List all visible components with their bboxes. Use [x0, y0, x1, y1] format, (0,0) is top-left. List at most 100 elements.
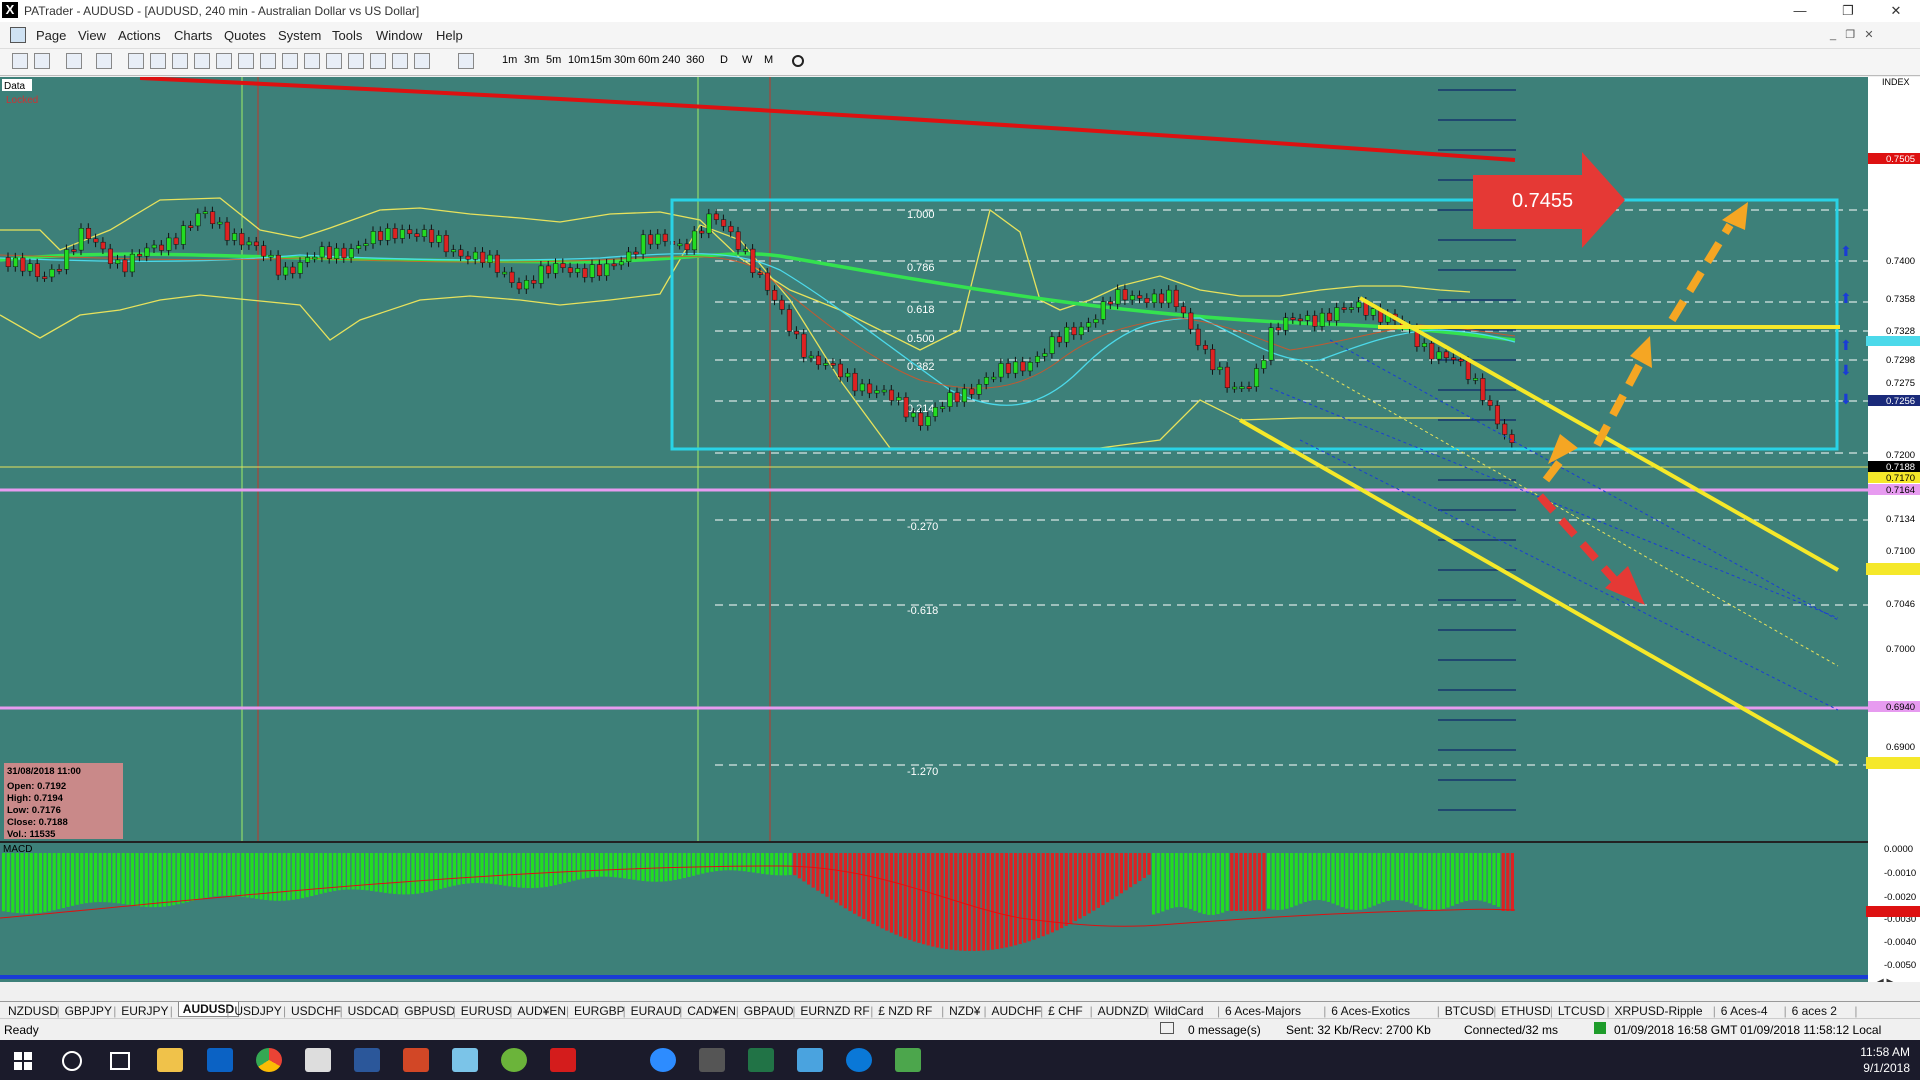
- symbol-tab[interactable]: EURNZD RF: [800, 1004, 869, 1018]
- tf-10m[interactable]: 10m: [568, 54, 589, 66]
- tf-1m[interactable]: 1m: [502, 54, 517, 66]
- menu-tools[interactable]: Tools: [332, 28, 362, 43]
- menu-quotes[interactable]: Quotes: [224, 28, 266, 43]
- tf-3m[interactable]: 3m: [524, 54, 539, 66]
- app-red-icon[interactable]: [550, 1048, 576, 1072]
- symbol-tab[interactable]: XRPUSD-Ripple: [1615, 1004, 1703, 1018]
- tf-360[interactable]: 360: [686, 54, 704, 66]
- word-icon[interactable]: [354, 1048, 380, 1072]
- calculator-icon[interactable]: [699, 1048, 725, 1072]
- symbol-tab[interactable]: GBPJPY: [65, 1004, 112, 1018]
- symbol-tab[interactable]: ETHUSD: [1501, 1004, 1550, 1018]
- photos-icon[interactable]: [797, 1048, 823, 1072]
- powerpoint-icon[interactable]: [403, 1048, 429, 1072]
- edge-icon[interactable]: [846, 1048, 872, 1072]
- windows-start-icon[interactable]: [14, 1052, 32, 1070]
- buy-icon[interactable]: [12, 53, 28, 69]
- gann-icon[interactable]: [304, 53, 320, 69]
- menu-help[interactable]: Help: [436, 28, 463, 43]
- horizontal-line-icon[interactable]: [172, 53, 188, 69]
- tf-30m[interactable]: 30m: [614, 54, 635, 66]
- tf-60m[interactable]: 60m: [638, 54, 659, 66]
- pitchfork-icon[interactable]: [392, 53, 408, 69]
- symbol-tab[interactable]: GBPUSD: [404, 1004, 455, 1018]
- tf-15m[interactable]: 15m: [590, 54, 611, 66]
- symbol-tab[interactable]: NZDUSD: [8, 1004, 58, 1018]
- arrow-icon[interactable]: [370, 53, 386, 69]
- symbol-tab[interactable]: £ CHF: [1048, 1004, 1083, 1018]
- close-icon[interactable]: ✕: [1876, 2, 1916, 20]
- restore-icon[interactable]: ❐: [1828, 2, 1868, 20]
- tf-240[interactable]: 240: [662, 54, 680, 66]
- vertical-line-icon[interactable]: [150, 53, 166, 69]
- menu-page[interactable]: Page: [36, 28, 66, 43]
- draw-icon[interactable]: [458, 53, 474, 69]
- symbol-tab[interactable]: WildCard: [1154, 1004, 1203, 1018]
- app-n-icon[interactable]: [501, 1048, 527, 1072]
- trend-line-icon[interactable]: [194, 53, 210, 69]
- symbol-tab[interactable]: 6 aces 2: [1792, 1004, 1837, 1018]
- tf-5m[interactable]: 5m: [546, 54, 561, 66]
- task-view-icon[interactable]: [110, 1052, 130, 1070]
- camtasia-icon[interactable]: [895, 1048, 921, 1072]
- fib-retracement-icon[interactable]: [282, 53, 298, 69]
- mdi-window-controls[interactable]: _ ❐ ✕: [1830, 28, 1874, 41]
- menu-view[interactable]: View: [78, 28, 106, 43]
- symbol-tab[interactable]: EURJPY: [121, 1004, 168, 1018]
- minimize-icon[interactable]: —: [1780, 2, 1820, 20]
- symbol-tab[interactable]: USDCAD: [348, 1004, 399, 1018]
- symbol-tab[interactable]: NZD¥: [949, 1004, 980, 1018]
- pointer-icon[interactable]: [128, 53, 144, 69]
- menu-charts[interactable]: Charts: [174, 28, 212, 43]
- symbol-tab[interactable]: EURUSD: [461, 1004, 512, 1018]
- symbol-tab[interactable]: USDJPY: [234, 1004, 281, 1018]
- price-chart[interactable]: 1.000 0.786 0.618 0.500 0.382 0.214 -0.2…: [0, 77, 1920, 982]
- symbol-tab[interactable]: CAD¥EN: [687, 1004, 736, 1018]
- chart-icon[interactable]: [66, 53, 82, 69]
- taskbar-clock[interactable]: 11:58 AM 9/1/2018: [1860, 1044, 1910, 1076]
- symbol-tab[interactable]: AUDCHF: [992, 1004, 1042, 1018]
- search-icon[interactable]: [62, 1051, 82, 1071]
- text-icon[interactable]: [348, 53, 364, 69]
- menu-actions[interactable]: Actions: [118, 28, 161, 43]
- zoom-icon[interactable]: [650, 1048, 676, 1072]
- menu-system[interactable]: System: [278, 28, 321, 43]
- tab-separator: |: [452, 1004, 456, 1018]
- notes-icon[interactable]: [452, 1048, 478, 1072]
- symbol-tab[interactable]: EURAUD: [631, 1004, 682, 1018]
- symbol-tab[interactable]: AUDUSD: [177, 1002, 240, 1017]
- fib-fan-icon[interactable]: [238, 53, 254, 69]
- crosshair-icon[interactable]: [96, 53, 112, 69]
- channel-icon[interactable]: [216, 53, 232, 69]
- tf-w[interactable]: W: [742, 54, 752, 66]
- status-messages[interactable]: 0 message(s): [1188, 1023, 1261, 1037]
- candle-body: [553, 263, 559, 274]
- menu-window[interactable]: Window: [376, 28, 422, 43]
- symbol-tab[interactable]: LTCUSD: [1558, 1004, 1605, 1018]
- tf-d[interactable]: D: [720, 54, 728, 66]
- file-explorer-icon[interactable]: [157, 1048, 183, 1072]
- cycle-lines-icon[interactable]: [326, 53, 342, 69]
- symbol-tab[interactable]: 6 Aces-Exotics: [1331, 1004, 1410, 1018]
- symbol-tab[interactable]: 6 Aces-Majors: [1225, 1004, 1301, 1018]
- symbol-tab[interactable]: AUD¥EN: [517, 1004, 566, 1018]
- symbol-tab[interactable]: EURGBP: [574, 1004, 625, 1018]
- symbol-tab[interactable]: USDCHF: [291, 1004, 341, 1018]
- symbol-tab[interactable]: GBPAUD: [744, 1004, 794, 1018]
- patrader-icon[interactable]: [305, 1048, 331, 1072]
- tab-separator: |: [1606, 1004, 1610, 1018]
- chrome-icon[interactable]: [256, 1048, 282, 1072]
- scroll-arrows-icon[interactable]: ◀ ▶: [1876, 977, 1894, 982]
- rectangle-icon[interactable]: [260, 53, 276, 69]
- excel-icon[interactable]: [748, 1048, 774, 1072]
- eraser-icon[interactable]: [414, 53, 430, 69]
- sell-icon[interactable]: [34, 53, 50, 69]
- clock-icon[interactable]: [792, 55, 804, 67]
- symbol-tab[interactable]: 6 Aces-4: [1721, 1004, 1768, 1018]
- chart-window[interactable]: 1.000 0.786 0.618 0.500 0.382 0.214 -0.2…: [0, 77, 1920, 982]
- outlook-icon[interactable]: [207, 1048, 233, 1072]
- symbol-tab[interactable]: £ NZD RF: [878, 1004, 932, 1018]
- symbol-tab[interactable]: AUDNZD: [1098, 1004, 1148, 1018]
- symbol-tab[interactable]: BTCUSD: [1445, 1004, 1494, 1018]
- tf-m[interactable]: M: [764, 54, 773, 66]
